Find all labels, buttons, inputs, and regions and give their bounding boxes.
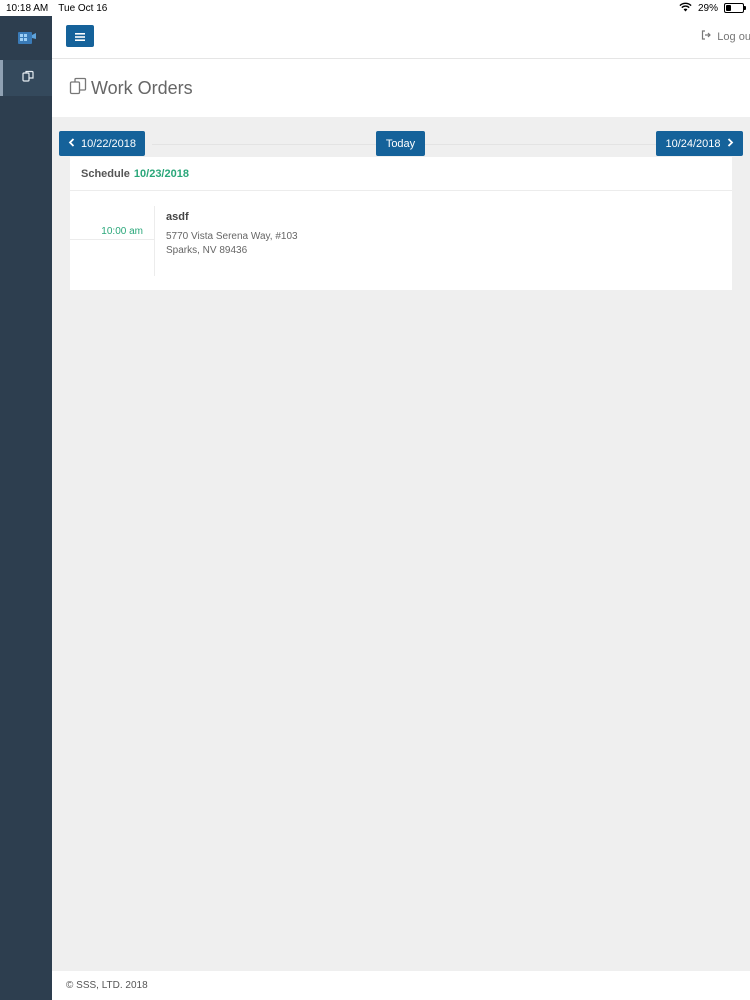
- schedule-panel: Schedule 10/23/2018 10:00 am asdf 5770 V…: [70, 157, 732, 290]
- chevron-left-icon: [68, 137, 75, 150]
- previous-day-label: 10/22/2018: [80, 137, 137, 150]
- status-time: 10:18 AM: [6, 2, 49, 14]
- schedule-date: 10/23/2018: [133, 167, 189, 180]
- status-right: 29%: [679, 2, 746, 15]
- schedule-header: Schedule 10/23/2018: [70, 157, 732, 191]
- entry-details[interactable]: asdf 5770 Vista Serena Way, #103 Sparks,…: [166, 211, 298, 258]
- today-label: Today: [385, 137, 416, 150]
- work-orders-icon: [21, 69, 34, 87]
- wifi-icon: [679, 2, 692, 15]
- schedule-entry[interactable]: 10:00 am asdf 5770 Vista Serena Way, #10…: [70, 191, 732, 290]
- next-day-label: 10/24/2018: [665, 137, 721, 150]
- previous-day-button[interactable]: 10/22/2018: [59, 131, 145, 156]
- page-title: Work Orders: [91, 77, 193, 98]
- app-logo[interactable]: [0, 16, 52, 60]
- entry-name: asdf: [166, 211, 189, 223]
- hamburger-icon: [75, 29, 85, 44]
- copy-icon: [69, 77, 87, 100]
- entry-address-line2: Sparks, NV 89436: [166, 245, 248, 256]
- entry-time-column: 10:00 am: [70, 206, 155, 276]
- date-navigation: 10/22/2018 Today 10/24/2018: [52, 117, 750, 157]
- status-date: Tue Oct 16: [58, 2, 108, 14]
- time-divider: [70, 239, 154, 240]
- status-bar: 10:18 AM Tue Oct 16 29%: [0, 0, 750, 16]
- footer: © SSS, LTD. 2018: [52, 971, 750, 1000]
- entry-time: 10:00 am: [101, 226, 143, 237]
- entry-address-line1: 5770 Vista Serena Way, #103: [166, 231, 298, 242]
- battery-percent: 29%: [697, 2, 718, 14]
- nav-divider: [152, 144, 740, 145]
- next-day-button[interactable]: 10/24/2018: [656, 131, 743, 156]
- logout-link[interactable]: Log out: [701, 30, 750, 43]
- title-bar: Work Orders: [52, 59, 750, 117]
- top-header: Log out: [52, 16, 750, 59]
- schedule-label: Schedule: [81, 167, 130, 180]
- sidebar: [0, 16, 52, 1000]
- logout-label: Log out: [717, 30, 750, 43]
- battery-icon: [724, 3, 746, 13]
- chevron-right-icon: [727, 137, 734, 150]
- sign-out-icon: [701, 30, 712, 43]
- today-button[interactable]: Today: [376, 131, 425, 156]
- sidebar-item-work-orders[interactable]: [0, 60, 52, 96]
- copyright-text: © SSS, LTD. 2018: [66, 980, 148, 991]
- menu-toggle-button[interactable]: [66, 25, 94, 47]
